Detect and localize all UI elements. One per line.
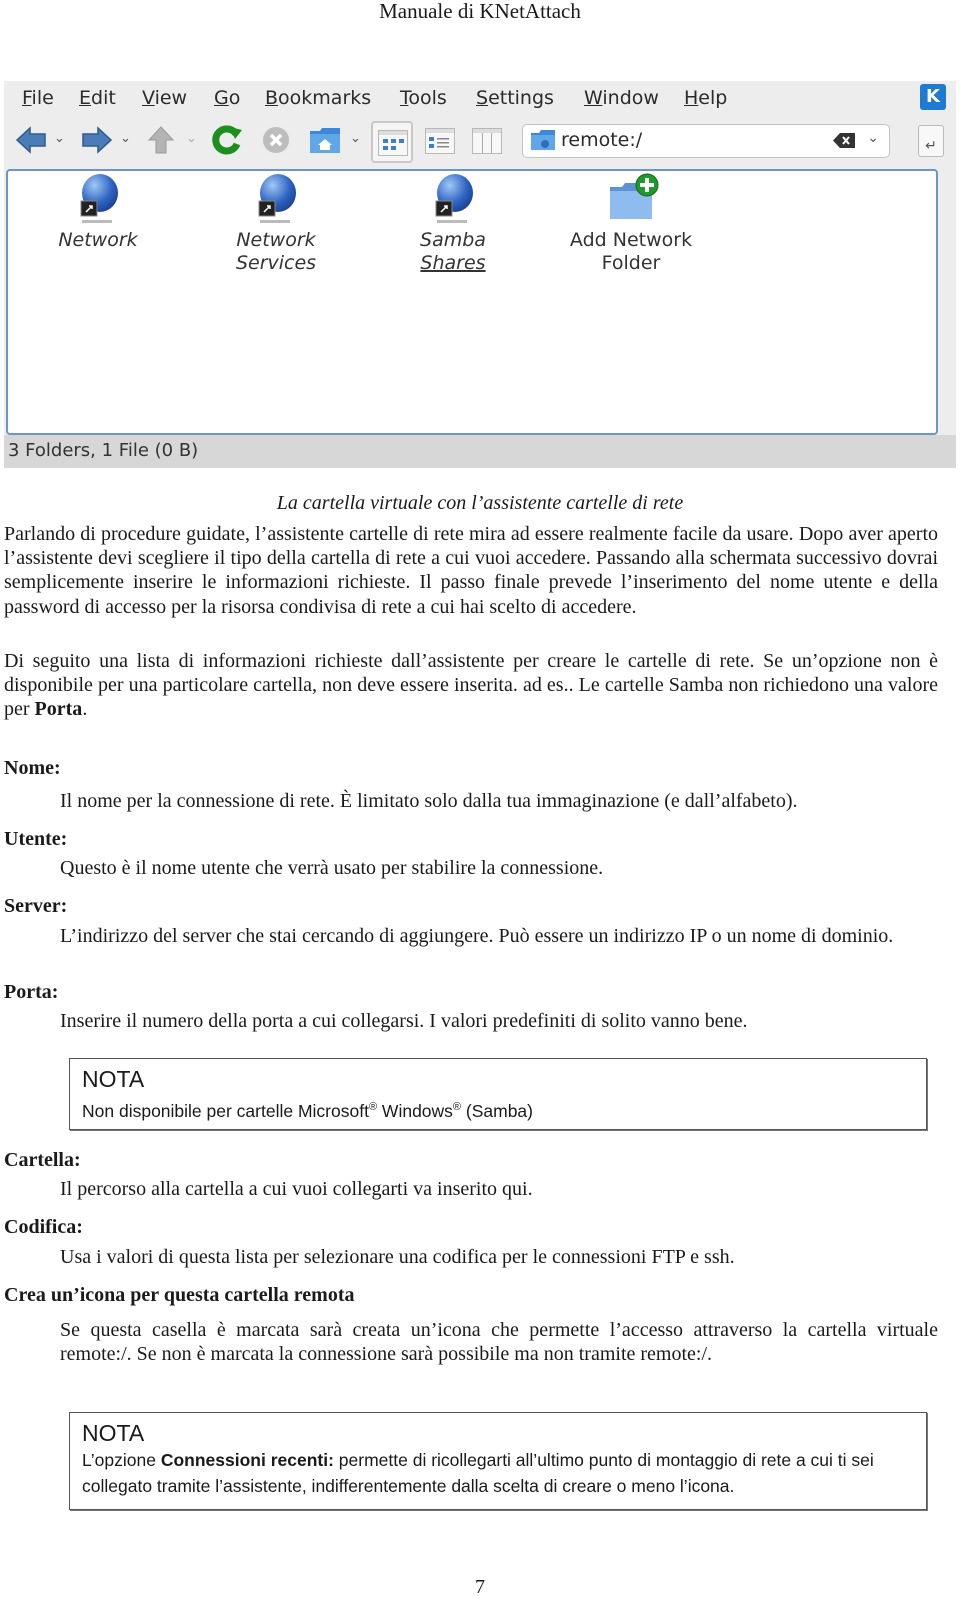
- note-box-recent-connections: NOTA L’opzione Connessioni recenti: perm…: [69, 1412, 927, 1510]
- columns-view-icon: [472, 128, 502, 154]
- figure-caption: La cartella virtuale con l’assistente ca…: [276, 492, 684, 514]
- file-label: Network: [236, 229, 316, 251]
- home-folder-icon: [310, 128, 340, 153]
- file-label: Services: [235, 252, 317, 274]
- menu-tools[interactable]: Tools: [400, 87, 447, 109]
- network-globe-icon: [73, 173, 123, 227]
- desc-codifica: Usa i valori di questa lista per selezio…: [60, 1246, 735, 1268]
- back-button[interactable]: [14, 123, 48, 157]
- note-title: NOTA: [82, 1420, 145, 1446]
- up-button[interactable]: [144, 123, 178, 157]
- file-label: Shares: [420, 252, 486, 274]
- status-text: 3 Folders, 1 File (0 B): [8, 440, 199, 461]
- forward-history-chevron-icon[interactable]: ⌄: [120, 131, 132, 146]
- file-label: Samba: [420, 229, 486, 251]
- paragraph-list-intro: Di seguito una lista di informazioni ric…: [4, 650, 938, 721]
- desc-nome: Il nome per la connessione di rete. È li…: [60, 790, 798, 812]
- location-input[interactable]: remote:/: [561, 129, 642, 151]
- menu-settings[interactable]: Settings: [476, 87, 554, 109]
- file-item-network-services[interactable]: Network Services: [201, 173, 351, 275]
- menu-view[interactable]: View: [142, 87, 187, 109]
- term-nome: Nome:: [4, 757, 61, 779]
- term-porta: Porta:: [4, 981, 59, 1003]
- home-button[interactable]: [306, 123, 344, 157]
- menu-edit[interactable]: Edit: [79, 87, 116, 109]
- kde-logo-icon: K: [920, 84, 946, 110]
- location-history-chevron-icon[interactable]: ⌄: [867, 130, 879, 146]
- file-view-area[interactable]: Network Network Services Samba Shares Ad…: [6, 169, 938, 435]
- enter-icon: ↵: [925, 138, 937, 154]
- term-utente: Utente:: [4, 828, 68, 850]
- up-chevron-icon[interactable]: ⌄: [186, 131, 198, 146]
- term-codifica: Codifica:: [4, 1216, 83, 1238]
- desc-crea-icona: Se questa casella è marcata sarà creata …: [60, 1319, 938, 1366]
- location-bar[interactable]: remote:/ ⌄: [522, 124, 890, 158]
- add-folder-icon: [606, 173, 659, 227]
- desc-porta: Inserire il numero della porta a cui col…: [60, 1010, 748, 1032]
- konqueror-window-screenshot: File Edit View Go Bookmarks Tools Settin…: [4, 81, 956, 468]
- paragraph-intro: Parlando di procedure guidate, l’assiste…: [4, 523, 938, 618]
- details-view-button[interactable]: [420, 121, 458, 159]
- term-server: Server:: [4, 895, 68, 917]
- note-title: NOTA: [82, 1066, 145, 1092]
- reload-icon: [212, 125, 242, 155]
- page-header: Manuale di KNetAttach: [379, 0, 581, 23]
- toolbar: ⌄ ⌄ ⌄ ⌄ remote:/ ⌄ ↵: [4, 119, 956, 163]
- file-item-add-network-folder[interactable]: Add Network Folder: [556, 173, 706, 275]
- forward-button[interactable]: [80, 123, 114, 157]
- file-label: Folder: [601, 252, 661, 274]
- note-box-samba: NOTA Non disponibile per cartelle Micros…: [69, 1058, 927, 1130]
- clear-location-icon[interactable]: [833, 133, 855, 148]
- status-bar: 3 Folders, 1 File (0 B): [4, 435, 956, 468]
- desc-utente: Questo è il nome utente che verrà usato …: [60, 857, 604, 879]
- details-view-icon: [425, 128, 455, 154]
- menu-file[interactable]: File: [22, 87, 54, 109]
- note-text: L’opzione Connessioni recenti: permette …: [82, 1450, 874, 1496]
- network-globe-icon: [428, 173, 478, 227]
- network-globe-icon: [251, 173, 301, 227]
- desc-server: L’indirizzo del server che stai cercando…: [60, 925, 894, 947]
- reload-button[interactable]: [210, 123, 244, 157]
- menu-help[interactable]: Help: [684, 87, 727, 109]
- forward-arrow-icon: [82, 126, 113, 154]
- menu-bar: File Edit View Go Bookmarks Tools Settin…: [4, 81, 956, 117]
- columns-view-button[interactable]: [467, 121, 505, 159]
- back-arrow-icon: [15, 126, 46, 154]
- icon-view-button[interactable]: [371, 121, 413, 163]
- go-button[interactable]: ↵: [918, 125, 944, 157]
- file-label: Network: [58, 229, 138, 251]
- back-history-chevron-icon[interactable]: ⌄: [54, 131, 66, 146]
- file-label: Add Network: [569, 229, 693, 251]
- stop-icon: [263, 127, 289, 153]
- home-chevron-icon[interactable]: ⌄: [350, 131, 362, 146]
- remote-folder-icon: [531, 130, 555, 150]
- file-item-samba-shares[interactable]: Samba Shares: [378, 173, 528, 275]
- up-arrow-icon: [147, 126, 175, 154]
- stop-button[interactable]: [259, 123, 293, 157]
- menu-bookmarks[interactable]: Bookmarks: [265, 87, 371, 109]
- term-cartella: Cartella:: [4, 1149, 81, 1171]
- page-number: 7: [475, 1576, 485, 1598]
- menu-window[interactable]: Window: [584, 87, 659, 109]
- term-crea-icona: Crea un’icona per questa cartella remota: [4, 1284, 355, 1306]
- icon-view-icon: [378, 130, 408, 156]
- desc-cartella: Il percorso alla cartella a cui vuoi col…: [60, 1178, 533, 1200]
- note-text: Non disponibile per cartelle Microsoft® …: [82, 1100, 533, 1121]
- menu-go[interactable]: Go: [214, 87, 240, 109]
- file-item-network[interactable]: Network: [23, 173, 173, 252]
